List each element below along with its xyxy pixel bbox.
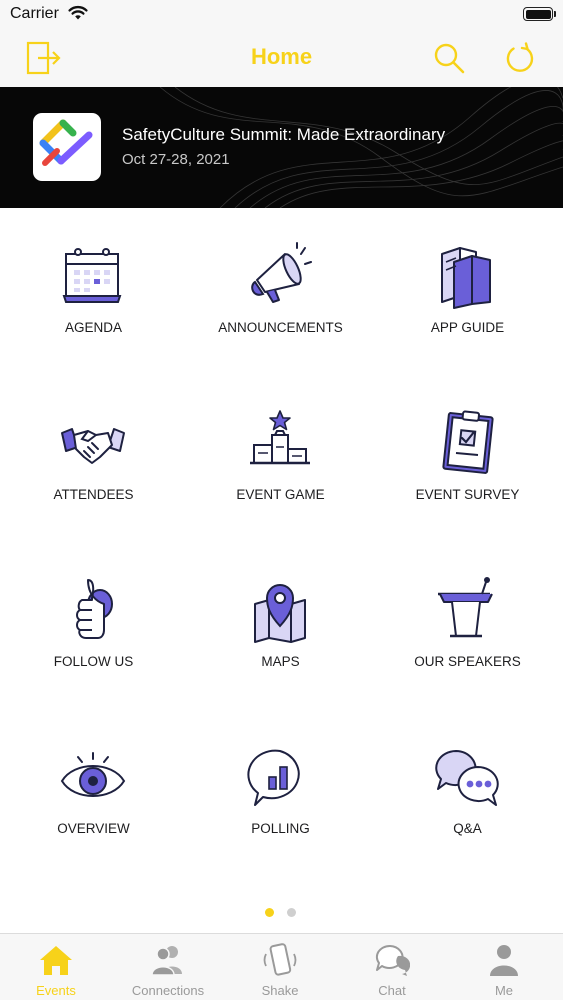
status-bar: Carrier [0, 0, 563, 30]
tile-label: EVENT GAME [236, 487, 325, 502]
tile-label: OUR SPEAKERS [414, 654, 521, 669]
nav-bar: Home [0, 30, 563, 87]
tile-qa[interactable]: Q&A [374, 709, 561, 876]
tile-app-guide[interactable]: APP GUIDE [374, 208, 561, 375]
safetyculture-logo-icon [39, 119, 93, 166]
refresh-icon[interactable] [500, 39, 540, 79]
phone-shake-icon [263, 943, 297, 976]
wifi-icon [68, 5, 88, 20]
tile-label: FOLLOW US [53, 654, 134, 669]
tab-shake[interactable]: Shake [224, 934, 336, 1000]
tile-maps[interactable]: MAPS [187, 542, 374, 709]
thumbs-up-icon [76, 579, 113, 639]
podium-star-icon [250, 410, 310, 465]
tab-label: Shake [261, 983, 299, 998]
tile-event-survey[interactable]: EVENT SURVEY [374, 375, 561, 542]
tab-label: Events [36, 983, 76, 998]
tab-label: Connections [131, 983, 205, 998]
event-logo [33, 113, 101, 181]
megaphone-icon [251, 242, 312, 303]
clipboard-icon [442, 410, 494, 474]
tile-label: OVERVIEW [57, 821, 130, 836]
home-icon [40, 946, 72, 975]
tab-bar: Events Connections Shake Chat Me [0, 933, 563, 1000]
tile-overview[interactable]: OVERVIEW [0, 709, 187, 876]
chat-icon [375, 944, 410, 976]
tile-event-game[interactable]: EVENT GAME [187, 375, 374, 542]
tile-label: EVENT SURVEY [415, 487, 520, 502]
event-dates: Oct 27-28, 2021 [122, 151, 230, 168]
page-title: Home [250, 44, 313, 69]
tile-follow-us[interactable]: FOLLOW US [0, 542, 187, 709]
tab-connections[interactable]: Connections [112, 934, 224, 1000]
tile-label: POLLING [251, 821, 310, 836]
event-banner[interactable]: SafetyCulture Summit: Made Extraordinary… [0, 87, 563, 208]
event-title: SafetyCulture Summit: Made Extraordinary [122, 125, 446, 144]
page-dot-active[interactable] [265, 908, 274, 917]
search-icon[interactable] [430, 39, 470, 79]
map-pin-icon [254, 584, 306, 643]
handshake-icon [61, 428, 125, 464]
tile-label: AGENDA [64, 320, 122, 335]
chat-bubbles-icon [435, 750, 499, 806]
tile-polling[interactable]: POLLING [187, 709, 374, 876]
feature-grid: AGENDA ANNOUNCEMENTS APP GUIDE ATTENDEES… [0, 208, 563, 892]
tab-chat[interactable]: Chat [336, 934, 448, 1000]
person-icon [490, 945, 518, 976]
people-icon [151, 946, 182, 976]
battery-icon [523, 7, 556, 21]
tab-label: Me [494, 983, 514, 998]
chart-bubble-icon [247, 749, 300, 806]
tile-label: APP GUIDE [430, 320, 505, 335]
page-indicator[interactable] [265, 908, 305, 918]
carrier-label: Carrier [10, 5, 59, 22]
lectern-icon [438, 577, 493, 638]
eye-icon [60, 752, 126, 797]
calendar-icon [62, 248, 122, 303]
tile-attendees[interactable]: ATTENDEES [0, 375, 187, 542]
tab-events[interactable]: Events [0, 934, 112, 1000]
tab-label: Chat [378, 983, 406, 998]
tile-our-speakers[interactable]: OUR SPEAKERS [374, 542, 561, 709]
tile-announcements[interactable]: ANNOUNCEMENTS [187, 208, 374, 375]
book-icon [441, 247, 491, 309]
tile-agenda[interactable]: AGENDA [0, 208, 187, 375]
tile-label: ATTENDEES [53, 487, 134, 502]
tile-label: Q&A [453, 821, 482, 836]
tile-label: MAPS [261, 654, 300, 669]
tab-me[interactable]: Me [448, 934, 560, 1000]
page-dot[interactable] [287, 908, 296, 917]
tile-label: ANNOUNCEMENTS [218, 320, 343, 335]
